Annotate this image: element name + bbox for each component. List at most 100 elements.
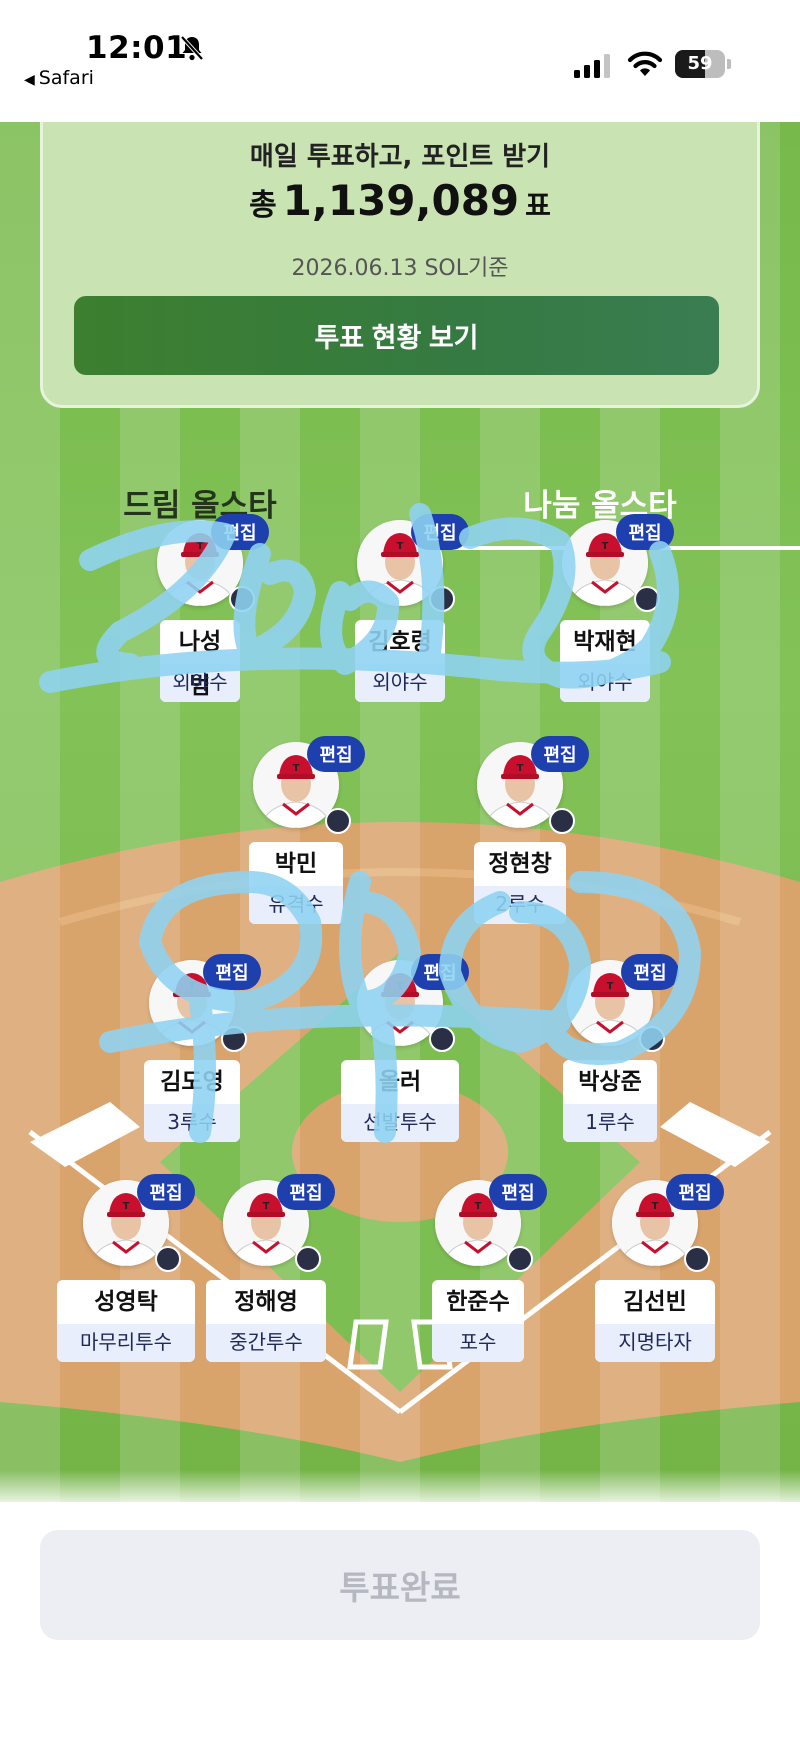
player-position: 외야수 (355, 664, 445, 702)
svg-text:T: T (263, 1201, 270, 1212)
player-name-box: 정현창 2루수 (474, 842, 566, 924)
svg-text:T: T (397, 981, 404, 992)
svg-text:T: T (197, 541, 204, 552)
player-position: 외야수 (560, 664, 650, 702)
team-logo-icon (229, 586, 255, 612)
player-card-sp[interactable]: T 편집올러선발투수 (340, 954, 469, 1160)
edit-button[interactable]: 편집 (277, 1174, 335, 1210)
edit-button[interactable]: 편집 (411, 954, 469, 990)
player-name-box: 박상준 1루수 (563, 1060, 657, 1142)
team-logo-icon (295, 1246, 321, 1272)
team-logo-icon (429, 586, 455, 612)
player-name: 정해영 (234, 1289, 298, 1315)
svg-text:T: T (602, 541, 609, 552)
player-name: 나성범 (178, 629, 222, 699)
player-position: 중간투수 (206, 1324, 326, 1362)
vote-heading: 매일 투표하고, 포인트 받기 (249, 142, 551, 172)
team-logo-icon (325, 808, 351, 834)
player-position: 유격수 (249, 886, 343, 924)
team-logo-icon (429, 1026, 455, 1052)
cellular-signal-icon (574, 54, 610, 78)
player-name: 한준수 (446, 1289, 510, 1315)
team-logo-icon (221, 1026, 247, 1052)
player-card-dh[interactable]: T 편집김선빈지명타자 (595, 1174, 724, 1380)
edit-button[interactable]: 편집 (137, 1174, 195, 1210)
player-position: 선발투수 (341, 1104, 459, 1142)
player-name: 김선빈 (623, 1289, 687, 1315)
svg-text:T: T (517, 763, 524, 774)
player-name: 박상준 (578, 1069, 642, 1095)
svg-text:T: T (652, 1201, 659, 1212)
bell-off-icon (180, 35, 204, 61)
edit-button[interactable]: 편집 (666, 1174, 724, 1210)
player-card-c[interactable]: T 편집한준수포수 (418, 1174, 547, 1380)
view-vote-status-button[interactable]: 투표 현황 보기 (74, 296, 719, 375)
player-name: 김도영 (160, 1069, 224, 1095)
player-name: 성영탁 (94, 1289, 158, 1315)
svg-text:T: T (189, 981, 196, 992)
team-logo-icon (507, 1246, 533, 1272)
player-position: 지명타자 (595, 1324, 715, 1362)
player-name: 박민 (274, 851, 318, 877)
player-card-cf[interactable]: T 편집김호령외야수 (340, 514, 469, 720)
edit-button[interactable]: 편집 (211, 514, 269, 550)
edit-button[interactable]: 편집 (531, 736, 589, 772)
battery-indicator: 59 (675, 50, 731, 78)
svg-text:T: T (397, 541, 404, 552)
team-logo-icon (634, 586, 660, 612)
back-app-label: Safari (38, 67, 94, 89)
player-name: 김호령 (368, 629, 432, 655)
back-to-safari[interactable]: ◀ Safari (24, 67, 94, 89)
player-name-box: 박민유격수 (249, 842, 343, 924)
vote-total-number: 1,139,089 (282, 176, 520, 225)
svg-text:T: T (293, 763, 300, 774)
status-time: 12:01 (86, 30, 188, 66)
team-logo-icon (549, 808, 575, 834)
player-name-box: 정해영중간투수 (206, 1280, 326, 1362)
team-logo-icon (639, 1026, 665, 1052)
player-card-rp[interactable]: T 편집정해영중간투수 (206, 1174, 335, 1380)
edit-button[interactable]: 편집 (203, 954, 261, 990)
edit-button[interactable]: 편집 (489, 1174, 547, 1210)
player-name-box: 올러선발투수 (341, 1060, 459, 1142)
vote-total-unit: 표 (525, 189, 551, 222)
bottom-fade (0, 1470, 800, 1510)
player-card-b3[interactable]: T 편집김도영 3루수 (132, 954, 261, 1160)
player-name: 올러 (378, 1069, 422, 1095)
player-position: 1루수 (563, 1104, 657, 1142)
vote-complete-button[interactable]: 투표완료 (40, 1530, 760, 1640)
wifi-icon (627, 51, 663, 76)
player-name-box: 한준수포수 (432, 1280, 524, 1362)
player-name-box: 김호령외야수 (355, 620, 445, 702)
player-name-box: 나성범외야수 (160, 620, 240, 702)
player-card-b2[interactable]: T 편집정현창 2루수 (460, 736, 589, 942)
player-card-cl[interactable]: T 편집성영탁마무리투수 (57, 1174, 195, 1380)
edit-button[interactable]: 편집 (411, 514, 469, 550)
player-name-box: 김선빈지명타자 (595, 1280, 715, 1362)
player-position: 포수 (432, 1324, 524, 1362)
tab-dream-allstar[interactable]: 드림 올스타 (0, 480, 400, 525)
status-bar: 12:01 ◀ Safari 59 (0, 0, 800, 122)
player-name-box: 김도영 3루수 (144, 1060, 240, 1142)
player-name-box: 박재현외야수 (560, 620, 650, 702)
player-card-b1[interactable]: T 편집박상준 1루수 (550, 954, 679, 1160)
edit-button[interactable]: 편집 (616, 514, 674, 550)
svg-text:T: T (123, 1201, 130, 1212)
edit-button[interactable]: 편집 (307, 736, 365, 772)
vote-total: 총 1,139,089 표 (0, 176, 800, 225)
player-name-box: 성영탁마무리투수 (57, 1280, 195, 1362)
team-logo-icon (155, 1246, 181, 1272)
back-arrow-icon: ◀ (24, 72, 35, 88)
svg-text:T: T (607, 981, 614, 992)
edit-button[interactable]: 편집 (621, 954, 679, 990)
player-position: 마무리투수 (57, 1324, 195, 1362)
player-position: 외야수 (160, 664, 240, 702)
player-card-ss[interactable]: T 편집박민유격수 (236, 736, 365, 942)
svg-text:T: T (475, 1201, 482, 1212)
player-card-rf[interactable]: T 편집박재현외야수 (545, 514, 674, 720)
vote-total-prefix: 총 (249, 188, 277, 223)
player-name: 박재현 (573, 629, 637, 655)
player-card-lf[interactable]: T 편집나성범외야수 (140, 514, 269, 720)
player-name: 정현창 (488, 851, 552, 877)
vote-date: 2026.06.13 SOL기준 (291, 256, 509, 281)
